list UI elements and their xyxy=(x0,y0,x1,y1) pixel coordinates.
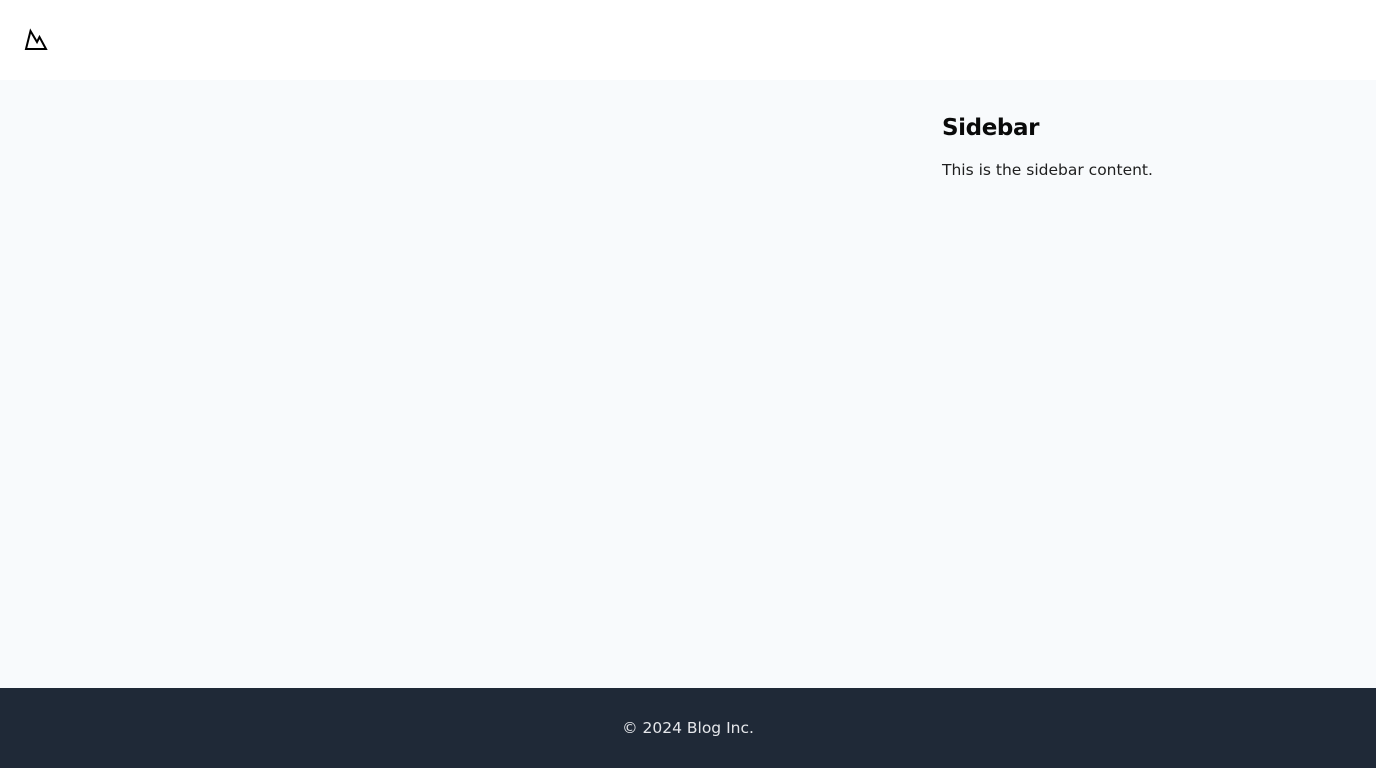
mountain-icon xyxy=(24,28,48,52)
sidebar-content-text: This is the sidebar content. xyxy=(942,161,1153,179)
sidebar: Sidebar This is the sidebar content. xyxy=(942,114,1362,181)
main-area: Sidebar This is the sidebar content. xyxy=(0,80,1376,688)
home-logo-link[interactable] xyxy=(24,28,48,52)
sidebar-title: Sidebar xyxy=(942,115,1040,141)
footer-copyright: © 2024 Blog Inc. xyxy=(622,719,754,737)
site-footer: © 2024 Blog Inc. xyxy=(0,688,1376,768)
site-header xyxy=(0,0,1376,80)
main-content xyxy=(0,80,918,688)
